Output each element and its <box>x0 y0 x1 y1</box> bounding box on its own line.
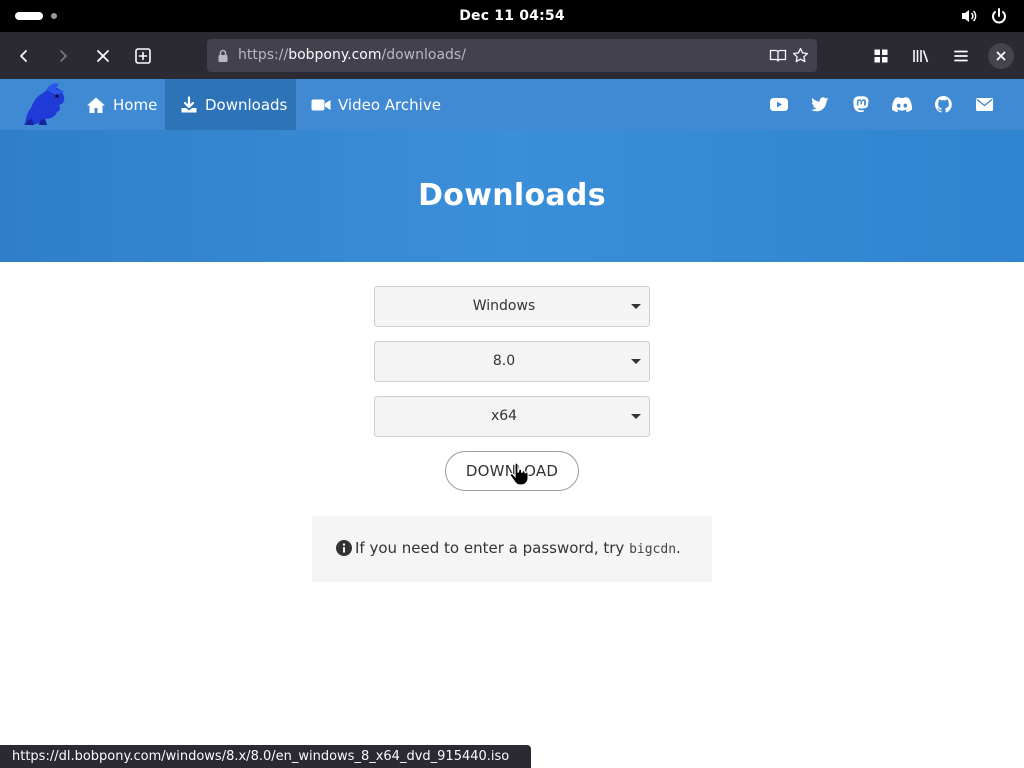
notice-password: bigcdn <box>629 542 677 557</box>
notice-text: If you need to enter a password, try big… <box>355 516 681 582</box>
nav-video-archive-label: Video Archive <box>338 95 441 114</box>
close-window-button[interactable] <box>988 43 1014 69</box>
email-icon[interactable] <box>974 95 994 115</box>
social-links <box>769 79 994 130</box>
notice-suffix: . <box>676 539 681 557</box>
home-icon <box>87 97 105 113</box>
close-icon <box>996 51 1006 61</box>
discord-icon[interactable] <box>892 95 912 115</box>
forward-button[interactable] <box>48 41 78 71</box>
new-tab-plus-icon <box>135 48 151 64</box>
grid-icon <box>874 49 888 63</box>
notice-message: If you need to enter a password, try <box>355 539 630 557</box>
architecture-select[interactable]: x64 <box>374 396 650 437</box>
version-select[interactable]: 8.0 <box>374 341 650 382</box>
library-icon <box>913 50 929 63</box>
system-clock[interactable]: Dec 11 04:54 <box>0 0 1024 32</box>
bookmark-star-icon[interactable] <box>792 47 809 68</box>
os-select[interactable]: Windows <box>374 286 650 327</box>
url-prefix: https:// <box>238 47 289 63</box>
url-host: bobpony.com <box>288 47 382 63</box>
page-hero: Downloads <box>0 130 1024 262</box>
menu-button[interactable] <box>946 41 976 71</box>
page-title: Downloads <box>418 178 606 213</box>
power-icon[interactable] <box>990 7 1008 25</box>
youtube-icon[interactable] <box>769 95 789 115</box>
twitter-icon[interactable] <box>810 95 830 115</box>
system-tray[interactable] <box>960 7 1008 25</box>
site-logo[interactable] <box>18 81 68 129</box>
nav-downloads[interactable]: Downloads <box>165 79 296 130</box>
download-icon <box>181 95 197 112</box>
back-button[interactable] <box>9 41 39 71</box>
url-text[interactable]: https://bobpony.com/downloads/ <box>238 39 466 72</box>
lock-icon[interactable] <box>217 48 229 67</box>
mastodon-icon[interactable] <box>851 95 871 115</box>
video-camera-icon <box>311 99 331 110</box>
address-bar[interactable]: https://bobpony.com/downloads/ <box>207 39 817 72</box>
system-top-bar: Dec 11 04:54 <box>0 0 1024 32</box>
chevron-down-icon <box>631 414 641 419</box>
password-notice: If you need to enter a password, try big… <box>312 516 712 582</box>
hamburger-icon <box>954 50 968 62</box>
new-tab-button[interactable] <box>128 41 158 71</box>
os-select-value: Windows <box>472 298 536 314</box>
hand-cursor-icon <box>509 462 529 490</box>
volume-icon[interactable] <box>960 7 978 25</box>
forward-arrow-icon <box>60 50 67 62</box>
architecture-select-value: x64 <box>490 408 518 424</box>
link-status-bar: https://dl.bobpony.com/windows/8.x/8.0/e… <box>0 745 531 768</box>
nav-home[interactable]: Home <box>84 79 159 130</box>
info-icon <box>336 540 352 560</box>
stop-x-icon <box>97 50 109 62</box>
back-arrow-icon <box>20 50 27 62</box>
stop-loading-button[interactable] <box>88 41 118 71</box>
nav-downloads-label: Downloads <box>205 95 288 114</box>
github-icon[interactable] <box>933 95 953 115</box>
site-navbar: Home Downloads Video Archive <box>0 79 1024 130</box>
reader-view-icon[interactable] <box>769 48 787 68</box>
version-select-value: 8.0 <box>492 353 516 369</box>
nav-home-label: Home <box>113 95 158 114</box>
chevron-down-icon <box>631 359 641 364</box>
nav-video-archive[interactable]: Video Archive <box>311 79 441 130</box>
chevron-down-icon <box>631 304 641 309</box>
library-button[interactable] <box>906 41 936 71</box>
extensions-button[interactable] <box>866 41 896 71</box>
browser-toolbar: https://bobpony.com/downloads/ <box>0 32 1024 79</box>
url-path: /downloads/ <box>381 47 466 63</box>
